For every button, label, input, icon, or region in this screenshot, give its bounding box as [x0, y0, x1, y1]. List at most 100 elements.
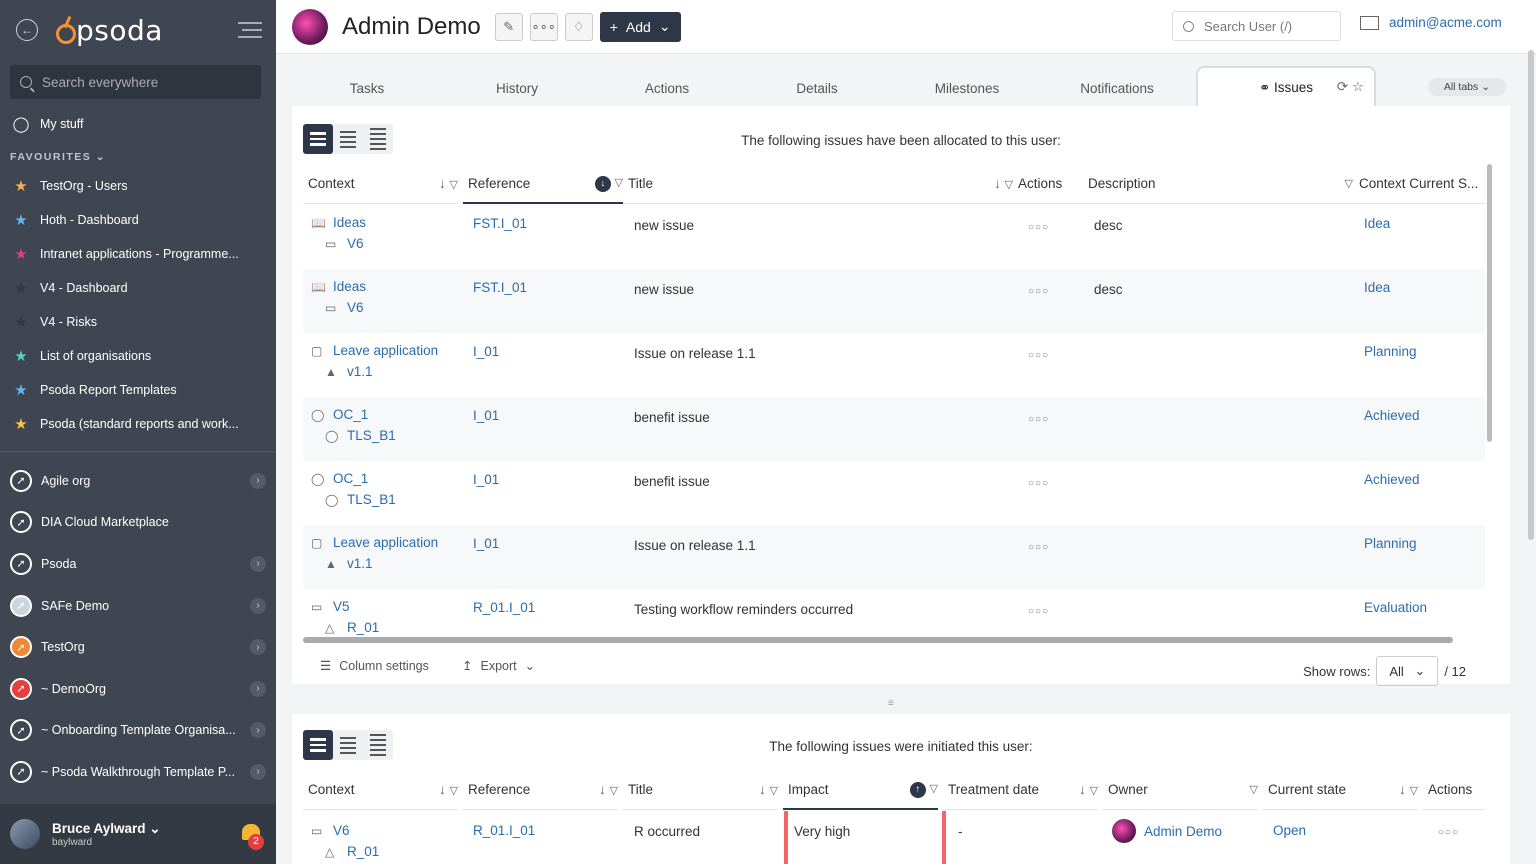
edit-icon[interactable]: ✎ — [494, 12, 523, 41]
favourite-item[interactable]: ★ V4 - Risks — [0, 305, 276, 339]
subcontext-link[interactable]: TLS_B1 — [347, 492, 396, 507]
state-link[interactable]: Idea — [1364, 280, 1390, 295]
tab-milestones[interactable]: Milestones — [892, 81, 1042, 106]
state-link[interactable]: Planning — [1364, 536, 1417, 551]
subcontext-link[interactable]: TLS_B1 — [347, 428, 396, 443]
horizontal-scrollbar[interactable] — [303, 637, 1453, 643]
col-actions[interactable]: Actions — [1013, 164, 1083, 204]
reference-link[interactable]: R_01.I_01 — [473, 600, 535, 615]
user-menu[interactable]: Bruce Aylward ⌄ baylward 2 — [0, 804, 276, 864]
table-row[interactable]: ▢ Leave application ▲ v1.1 I_01 Issue on rele… — [303, 333, 1485, 397]
table-row[interactable]: ◯ OC_1 ◯ TLS_B1 I_01 benefit issue ○○○ Achieved — [303, 461, 1485, 525]
table-row[interactable]: 📖 Ideas ▭ V6 FST.I_01 new issue ○○○ desc Idea — [303, 205, 1485, 269]
subcontext-link[interactable]: V6 — [347, 236, 364, 251]
org-item[interactable]: ➚ DIA Cloud Marketplace — [0, 502, 276, 544]
tab-issues[interactable]: ⚭ Issues ⟳ ☆ — [1196, 66, 1376, 106]
all-tabs-dropdown[interactable]: All tabs ⌄ — [1427, 78, 1506, 96]
table-row[interactable]: ▢ Leave application ▲ v1.1 I_01 Issue on rele… — [303, 525, 1485, 589]
context-link[interactable]: Leave application — [333, 535, 438, 550]
org-item[interactable]: ➚ SAFe Demo › — [0, 585, 276, 627]
col-impact[interactable]: Impact ↑ ▽ — [783, 770, 938, 810]
subcontext-link[interactable]: R_01 — [347, 844, 379, 859]
back-icon[interactable]: ← — [16, 19, 38, 41]
favourite-item[interactable]: ★ Psoda Report Templates — [0, 373, 276, 407]
sidebar-search-input[interactable]: Search everywhere — [10, 65, 261, 99]
state-link[interactable]: Planning — [1364, 344, 1417, 359]
row-actions-icon[interactable]: ○○○ — [1028, 286, 1049, 297]
favourites-header[interactable]: FAVOURITES ⌄ — [0, 141, 276, 169]
org-item[interactable]: ➚ Psoda › — [0, 543, 276, 585]
tab-actions[interactable]: Actions — [592, 81, 742, 106]
menu-collapse-icon[interactable] — [238, 22, 262, 38]
add-button[interactable]: + Add ⌄ — [599, 11, 681, 42]
org-item[interactable]: ➚ TestOrg › — [0, 626, 276, 668]
org-item[interactable]: ➚ ~ Psoda Walkthrough Template P... › — [0, 751, 276, 793]
col-owner[interactable]: Owner ▽ — [1103, 770, 1258, 810]
col-reference[interactable]: Reference ↓ ▽ — [463, 164, 623, 204]
context-link[interactable]: V6 — [333, 823, 350, 838]
context-link[interactable]: Ideas — [333, 279, 366, 294]
table-row[interactable]: ◯ OC_1 ◯ TLS_B1 I_01 benefit issue ○○○ Achieved — [303, 397, 1485, 461]
state-link[interactable]: Open — [1273, 823, 1306, 838]
col-description[interactable]: Description ▽ — [1083, 164, 1353, 204]
row-actions-icon[interactable]: ○○○ — [1028, 542, 1049, 553]
reference-link[interactable]: FST.I_01 — [473, 280, 527, 295]
org-item[interactable]: ➚ ~ Onboarding Template Organisa... › — [0, 710, 276, 752]
row-actions-icon[interactable]: ○○○ — [1028, 478, 1049, 489]
context-link[interactable]: Ideas — [333, 215, 366, 230]
chevron-right-icon[interactable]: › — [250, 639, 266, 656]
show-rows-select[interactable]: All ⌄ — [1376, 656, 1439, 686]
row-actions-icon[interactable]: ○○○ — [1438, 827, 1459, 838]
col-current-state[interactable]: Current state ↓ ▽ — [1263, 770, 1418, 810]
col-context[interactable]: Context ↓ ▽ — [303, 770, 458, 810]
col-reference[interactable]: Reference ↓ ▽ — [463, 770, 618, 810]
context-link[interactable]: Leave application — [333, 343, 438, 358]
favourite-item[interactable]: ★ Hoth - Dashboard — [0, 203, 276, 237]
favourite-item[interactable]: ★ V4 - Dashboard — [0, 271, 276, 305]
state-link[interactable]: Idea — [1364, 216, 1390, 231]
context-link[interactable]: OC_1 — [333, 407, 368, 422]
tag-icon[interactable]: ♢ — [564, 12, 593, 41]
favourite-item[interactable]: ★ TestOrg - Users — [0, 169, 276, 203]
search-user-input[interactable]: Search User (/) — [1172, 11, 1341, 41]
tab-details[interactable]: Details — [742, 81, 892, 106]
col-context-state[interactable]: Context Current S... — [1353, 164, 1485, 204]
row-actions-icon[interactable]: ○○○ — [1028, 350, 1049, 361]
col-title[interactable]: Title ↓ ▽ — [623, 770, 778, 810]
tab-history[interactable]: History — [442, 81, 592, 106]
subcontext-link[interactable]: V6 — [347, 300, 364, 315]
tab-tasks[interactable]: Tasks — [292, 81, 442, 106]
email-link[interactable]: admin@acme.com — [1360, 15, 1502, 30]
reference-link[interactable]: FST.I_01 — [473, 216, 527, 231]
state-link[interactable]: Achieved — [1364, 472, 1420, 487]
favourite-item[interactable]: ★ Psoda (standard reports and work... — [0, 407, 276, 441]
row-actions-icon[interactable]: ○○○ — [1028, 222, 1049, 233]
org-item[interactable]: ➚ Agile org › — [0, 460, 276, 502]
chevron-right-icon[interactable]: › — [250, 472, 266, 489]
subcontext-link[interactable]: v1.1 — [347, 364, 373, 379]
context-link[interactable]: V5 — [333, 599, 350, 614]
tab-notifications[interactable]: Notifications — [1042, 81, 1192, 106]
chevron-right-icon[interactable]: › — [250, 555, 266, 572]
table-row[interactable]: ▭ V5 △ R_01 R_01.I_01 Testing workflow remind… — [303, 589, 1485, 640]
resize-handle-icon[interactable]: ≡ — [888, 698, 894, 709]
table-row[interactable]: ▭ V6 △ R_01 R_01.I_01 R occurred Very high… — [303, 811, 1485, 864]
reference-link[interactable]: I_01 — [473, 536, 499, 551]
col-context[interactable]: Context ↓ ▽ — [303, 164, 458, 204]
favourite-item[interactable]: ★ Intranet applications - Programme... — [0, 237, 276, 271]
owner-link[interactable]: Admin Demo — [1112, 819, 1222, 843]
table-row[interactable]: 📖 Ideas ▭ V6 FST.I_01 new issue ○○○ desc Idea — [303, 269, 1485, 333]
reference-link[interactable]: I_01 — [473, 472, 499, 487]
favourite-item[interactable]: ★ List of organisations — [0, 339, 276, 373]
org-item[interactable]: ➚ ~ DemoOrg › — [0, 668, 276, 710]
state-link[interactable]: Achieved — [1364, 408, 1420, 423]
context-link[interactable]: OC_1 — [333, 471, 368, 486]
refresh-star-icons[interactable]: ⟳ ☆ — [1337, 79, 1364, 95]
col-treatment-date[interactable]: Treatment date ↓ ▽ — [943, 770, 1098, 810]
more-icon[interactable]: ∘∘∘ — [529, 12, 558, 41]
reference-link[interactable]: I_01 — [473, 408, 499, 423]
chevron-right-icon[interactable]: › — [250, 680, 266, 697]
psoda-logo[interactable]: psoda — [54, 14, 163, 47]
vertical-scrollbar[interactable] — [1487, 164, 1492, 442]
subcontext-link[interactable]: R_01 — [347, 620, 379, 635]
